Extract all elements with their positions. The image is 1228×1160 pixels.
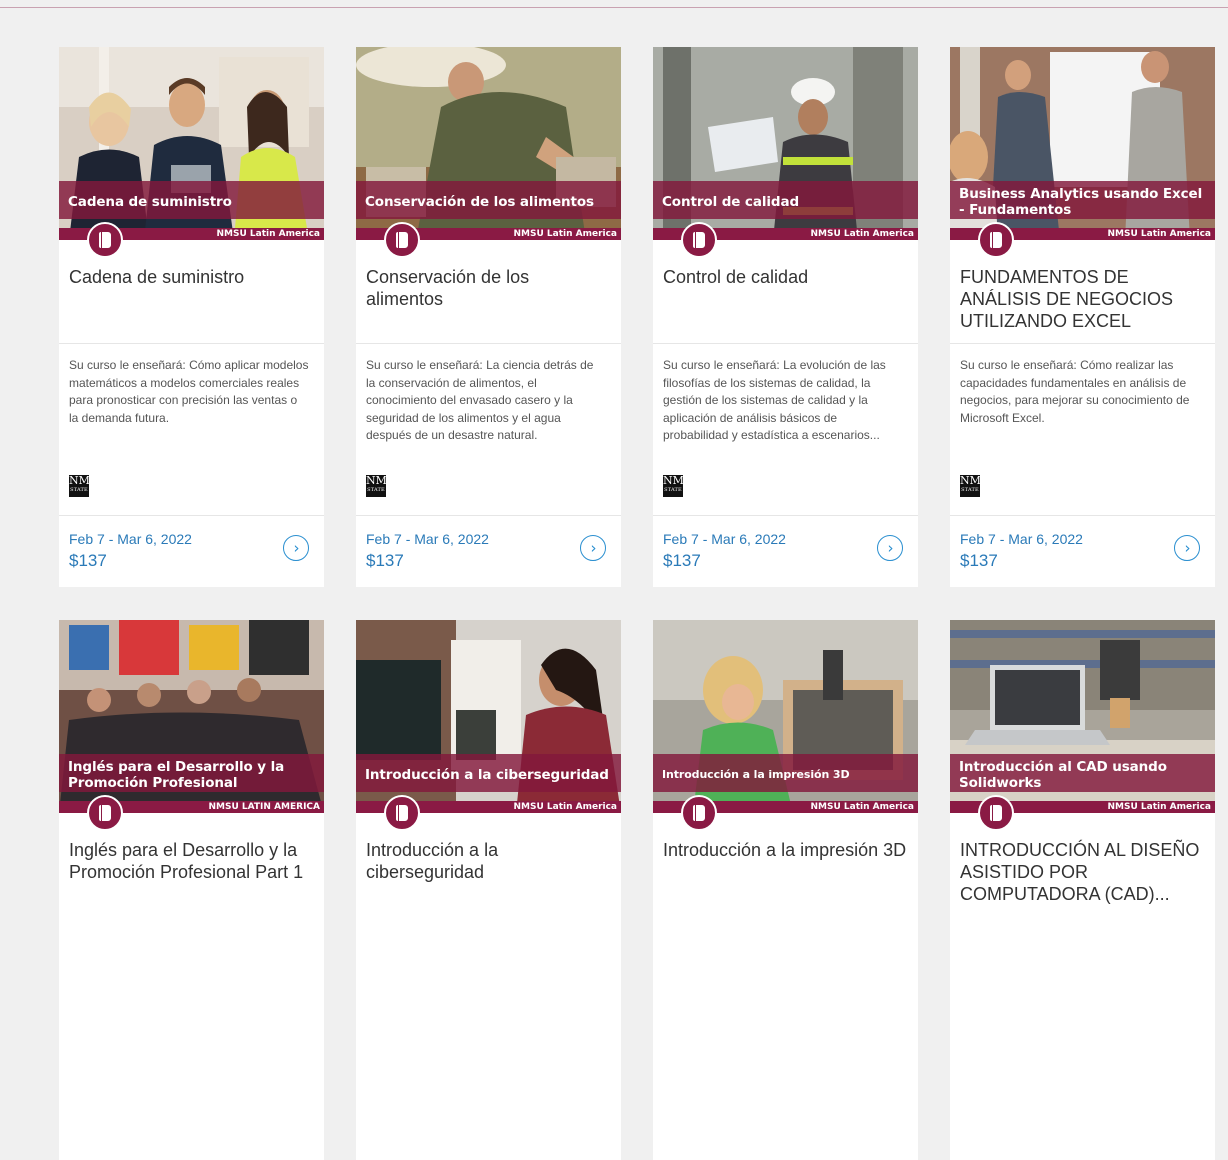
course-banner: Introducción a la impresión 3D [653, 754, 918, 792]
chevron-right-icon[interactable]: › [877, 535, 903, 561]
chevron-right-icon[interactable]: › [283, 535, 309, 561]
card-divider [59, 515, 324, 516]
course-card[interactable]: Conservación de los alimentos NMSU Latin… [356, 47, 621, 587]
course-price: $137 [663, 551, 701, 570]
course-title[interactable]: Inglés para el Desarrollo y la Promoción… [69, 839, 314, 883]
course-card[interactable]: Introducción a la impresión 3D NMSU Lati… [653, 620, 918, 1160]
course-dates: Feb 7 - Mar 6, 2022 [366, 531, 489, 547]
course-title[interactable]: INTRODUCCIÓN AL DISEÑO ASISTIDO POR COMP… [960, 839, 1205, 905]
course-price: $137 [366, 551, 404, 570]
book-icon [978, 222, 1014, 258]
chevron-right-icon[interactable]: › [1174, 535, 1200, 561]
book-icon [87, 222, 123, 258]
course-dates: Feb 7 - Mar 6, 2022 [960, 531, 1083, 547]
book-icon [978, 795, 1014, 831]
chevron-right-icon[interactable]: › [580, 535, 606, 561]
card-divider [59, 343, 324, 344]
provider-label: NMSU Latin America [216, 229, 320, 239]
course-banner: Cadena de suministro [59, 181, 324, 219]
course-banner: Conservación de los alimentos [356, 181, 621, 219]
course-banner: Inglés para el Desarrollo y la Promoción… [59, 754, 324, 792]
course-description: Su curso le enseñará: La ciencia detrás … [366, 358, 594, 442]
book-icon [87, 795, 123, 831]
card-divider [653, 515, 918, 516]
course-price: $137 [69, 551, 107, 570]
book-icon [384, 795, 420, 831]
course-title[interactable]: FUNDAMENTOS DE ANÁLISIS DE NEGOCIOS UTIL… [960, 266, 1205, 332]
course-dates: Feb 7 - Mar 6, 2022 [663, 531, 786, 547]
card-divider [653, 343, 918, 344]
provider-label: NMSU Latin America [810, 229, 914, 239]
course-banner: Business Analytics usando Excel - Fundam… [950, 181, 1215, 219]
course-card[interactable]: Cadena de suministro NMSU Latin America … [59, 47, 324, 587]
course-title[interactable]: Introducción a la impresión 3D [663, 839, 908, 861]
provider-label: NMSU Latin America [513, 802, 617, 812]
card-divider [356, 515, 621, 516]
course-card[interactable]: Control de calidad NMSU Latin America Co… [653, 47, 918, 587]
book-icon [681, 222, 717, 258]
course-description: Su curso le enseñará: La evolución de la… [663, 358, 886, 442]
course-card[interactable]: Introducción al CAD usando Solidworks NM… [950, 620, 1215, 1160]
book-icon [681, 795, 717, 831]
course-price: $137 [960, 551, 998, 570]
course-title[interactable]: Control de calidad [663, 266, 908, 288]
course-grid: Cadena de suministro NMSU Latin America … [59, 47, 1215, 1160]
course-title[interactable]: Introducción a la ciberseguridad [366, 839, 611, 883]
course-description: Su curso le enseñará: Cómo realizar las … [960, 358, 1190, 425]
course-banner: Control de calidad [653, 181, 918, 219]
course-description: Su curso le enseñará: Cómo aplicar model… [69, 358, 309, 425]
course-card[interactable]: Inglés para el Desarrollo y la Promoción… [59, 620, 324, 1160]
course-banner: Introducción al CAD usando Solidworks [950, 754, 1215, 792]
card-divider [950, 343, 1215, 344]
course-card[interactable]: Introducción a la ciberseguridad NMSU La… [356, 620, 621, 1160]
provider-label: NMSU Latin America [810, 802, 914, 812]
nmsu-logo: NM STATE [663, 475, 683, 497]
provider-label: NMSU Latin America [513, 229, 617, 239]
header-divider [0, 7, 1228, 8]
provider-label: NMSU Latin America [1107, 802, 1211, 812]
course-dates: Feb 7 - Mar 6, 2022 [69, 531, 192, 547]
nmsu-logo: NM STATE [960, 475, 980, 497]
course-banner: Introducción a la ciberseguridad [356, 754, 621, 792]
course-title[interactable]: Cadena de suministro [69, 266, 314, 288]
card-divider [950, 515, 1215, 516]
course-title[interactable]: Conservación de los alimentos [366, 266, 611, 310]
course-card[interactable]: Business Analytics usando Excel - Fundam… [950, 47, 1215, 587]
book-icon [384, 222, 420, 258]
nmsu-logo: NM STATE [366, 475, 386, 497]
provider-label: NMSU LATIN AMERICA [208, 802, 321, 812]
provider-label: NMSU Latin America [1107, 229, 1211, 239]
nmsu-logo: NM STATE [69, 475, 89, 497]
card-divider [356, 343, 621, 344]
